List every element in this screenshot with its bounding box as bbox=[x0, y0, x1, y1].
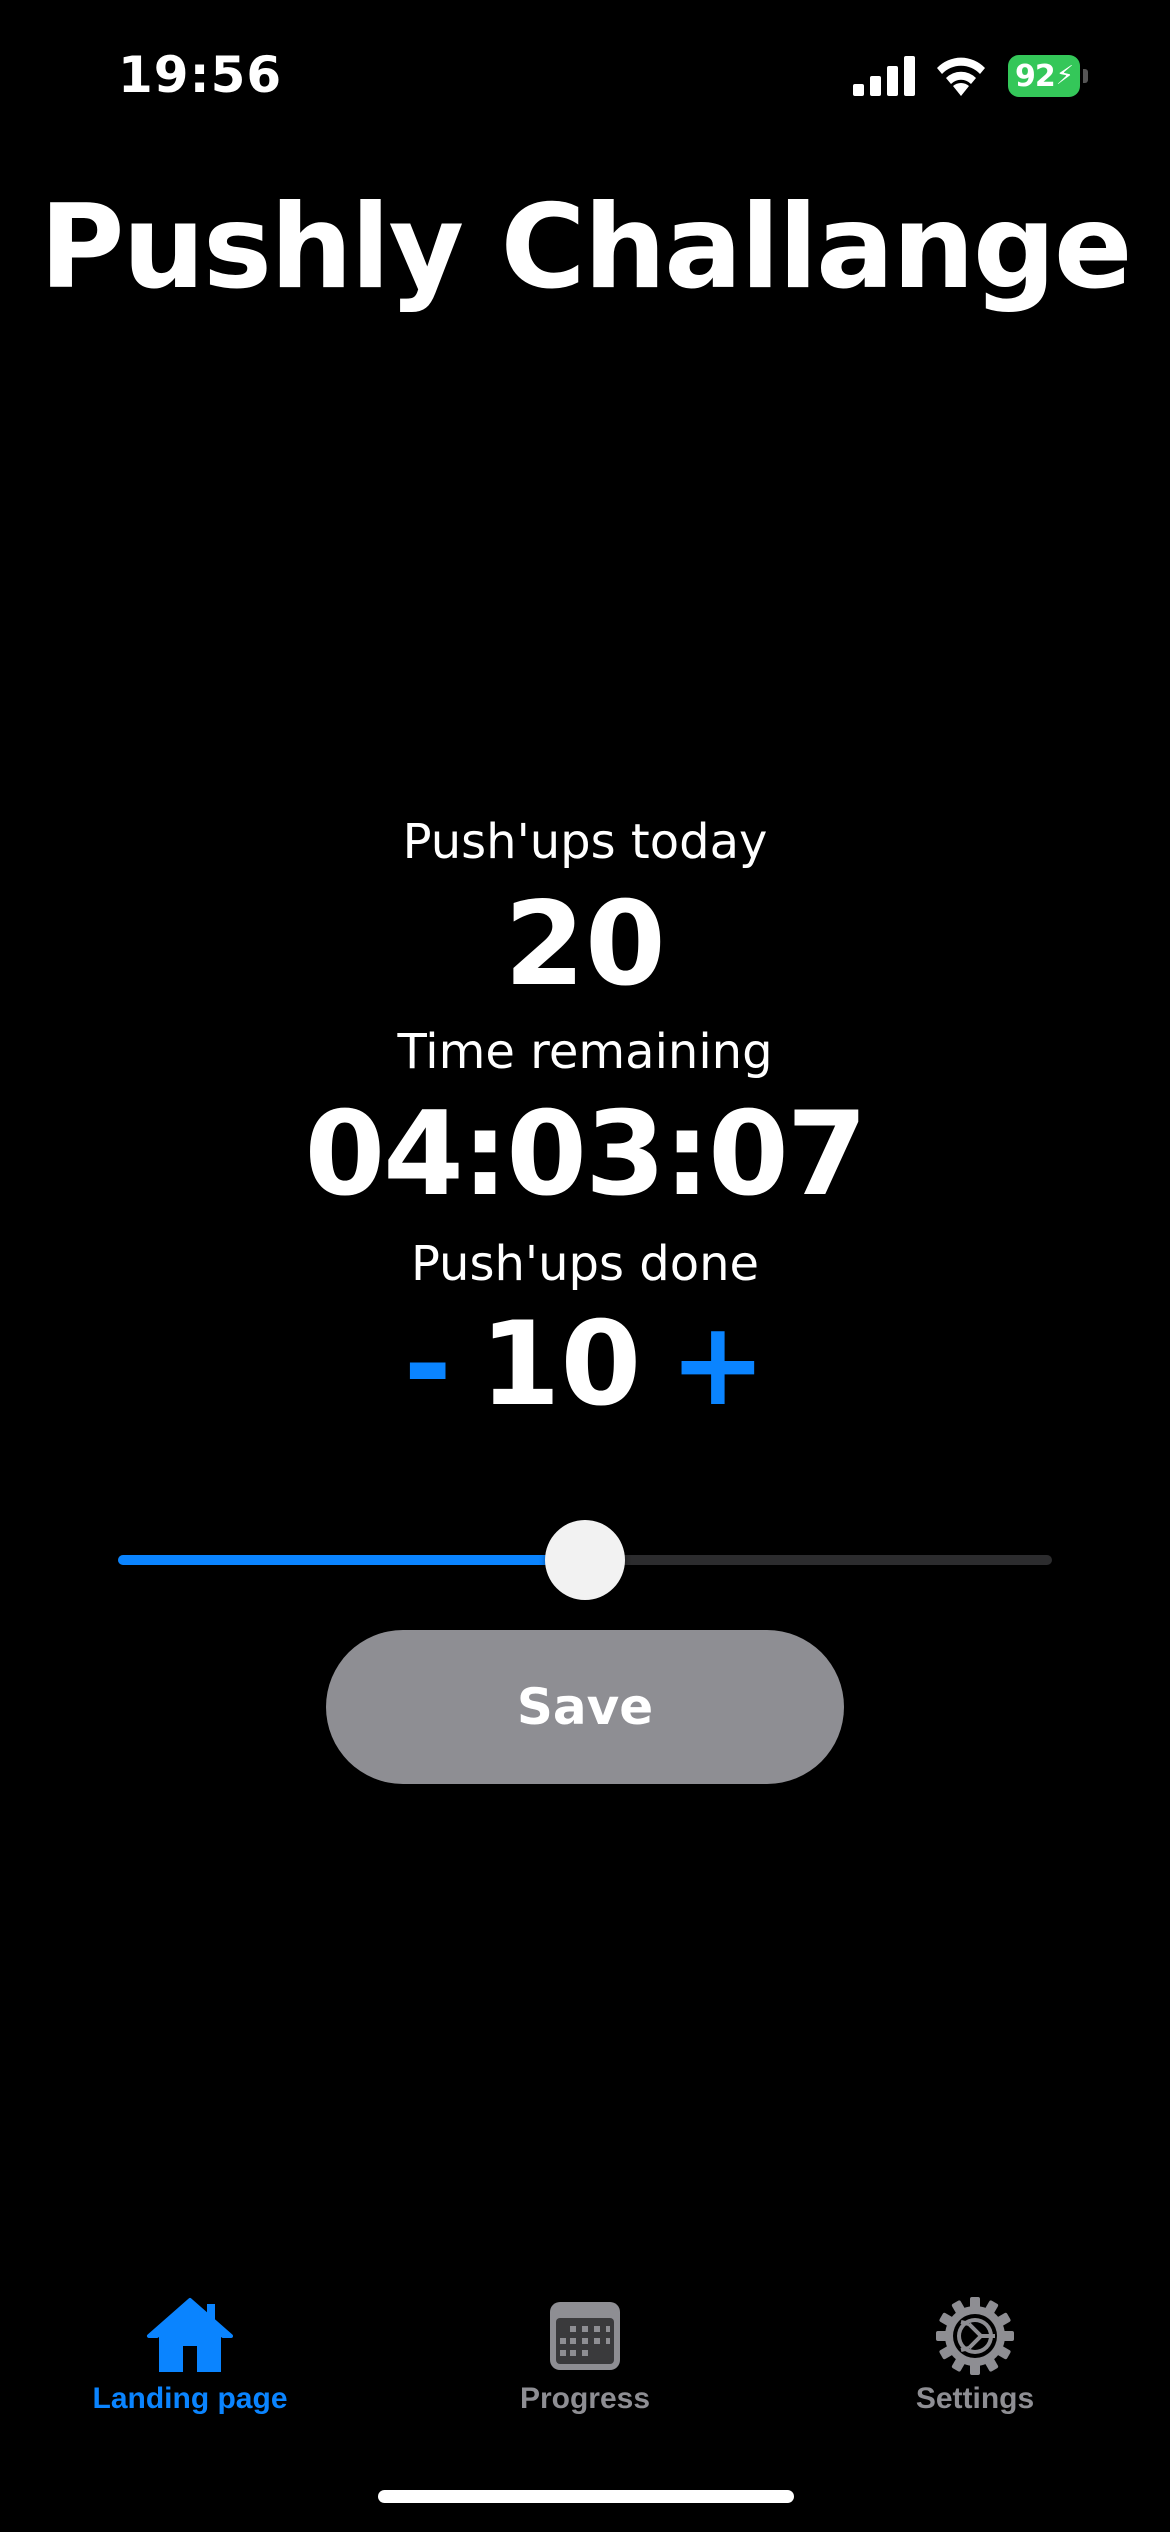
pushups-slider[interactable] bbox=[118, 1520, 1052, 1600]
pushups-done-stepper: - 10 + bbox=[0, 1300, 1170, 1430]
battery-percent: 92 bbox=[1014, 58, 1056, 94]
home-indicator bbox=[378, 2490, 794, 2503]
time-remaining-value: 04:03:07 bbox=[304, 1087, 867, 1222]
pushups-done-label: Push'ups done bbox=[410, 1236, 760, 1292]
time-remaining-label: Time remaining bbox=[397, 1024, 773, 1080]
decrement-button[interactable]: - bbox=[404, 1300, 452, 1430]
slider-fill bbox=[118, 1555, 585, 1565]
cellular-signal-icon bbox=[853, 56, 915, 96]
battery-indicator: 92 ⚡ bbox=[1008, 55, 1088, 97]
tab-label: Progress bbox=[519, 2382, 651, 2415]
slider-thumb[interactable] bbox=[545, 1520, 625, 1600]
tab-label: Settings bbox=[915, 2382, 1035, 2415]
increment-button[interactable]: + bbox=[669, 1300, 766, 1430]
pushups-done-value: 10 bbox=[479, 1297, 642, 1432]
save-button[interactable]: Save bbox=[326, 1630, 844, 1784]
battery-level: 92 ⚡ bbox=[1008, 55, 1080, 97]
tab-label: Landing page bbox=[92, 2382, 288, 2415]
gear-icon bbox=[936, 2297, 1014, 2375]
tab-landing-page[interactable]: Landing page bbox=[0, 2296, 385, 2426]
house-icon bbox=[147, 2298, 233, 2372]
charging-bolt-icon: ⚡ bbox=[1055, 61, 1074, 91]
tab-settings[interactable]: Settings bbox=[780, 2296, 1170, 2426]
wifi-icon bbox=[937, 57, 985, 96]
battery-cap bbox=[1083, 69, 1088, 83]
pushups-today-value: 20 bbox=[504, 877, 666, 1012]
tab-progress[interactable]: Progress bbox=[390, 2296, 780, 2426]
calendar-icon bbox=[550, 2302, 620, 2370]
app-title: Pushly Challange bbox=[39, 180, 1132, 315]
pushups-today-label: Push'ups today bbox=[402, 814, 768, 870]
status-time: 19:56 bbox=[118, 46, 283, 104]
